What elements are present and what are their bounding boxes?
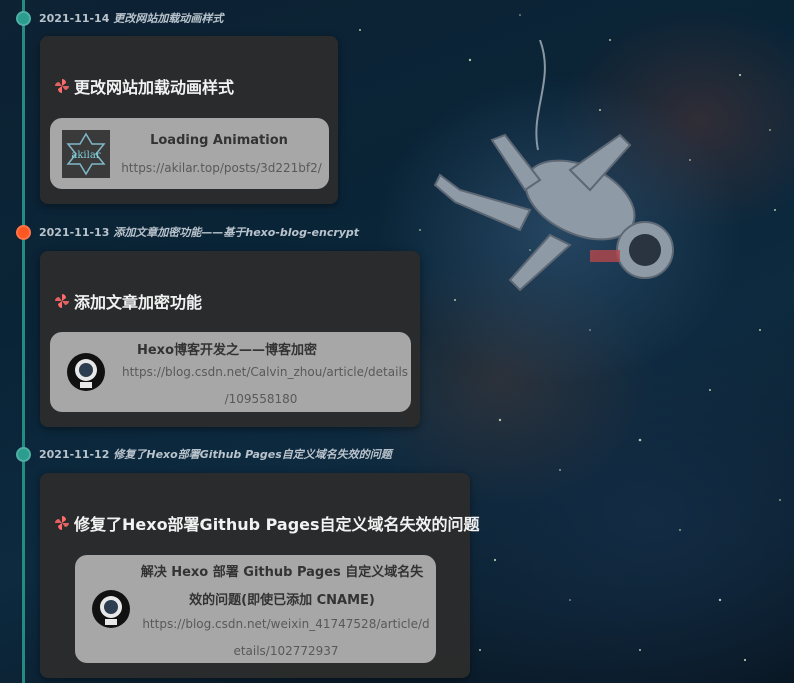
pinwheel-icon <box>55 79 69 93</box>
entry-description: 添加文章加密功能——基于hexo-blog-encrypt <box>113 226 360 239</box>
link-card-url: https://blog.csdn.net/weixin_41747528/ar… <box>141 611 431 665</box>
entry-card-title-text: 更改网站加载动画样式 <box>74 78 235 97</box>
entry-description: 更改网站加载动画样式 <box>113 12 224 25</box>
astronaut-avatar-icon <box>67 353 105 391</box>
entry-card: 添加文章加密功能 Hexo博客开发之——博客加密 https://blog.cs… <box>40 251 420 427</box>
link-card-title: Hexo博客开发之——博客加密 <box>136 343 317 358</box>
link-card-url-line: /109558180 <box>224 392 298 406</box>
link-card[interactable]: 解决 Hexo 部署 Github Pages 自定义域名失 效的问题(即使已添… <box>75 555 436 663</box>
link-card-title: 解决 Hexo 部署 Github Pages 自定义域名失 效的问题(即使已添… <box>137 559 427 615</box>
timeline-entry-header: 2021-11-14 更改网站加载动画样式 <box>39 10 223 26</box>
link-card-url-line: https://blog.csdn.net/weixin_41747528/ar… <box>142 617 430 631</box>
entry-card: 修复了Hexo部署Github Pages自定义域名失效的问题 解决 Hexo … <box>40 473 480 678</box>
entry-date: 2021-11-12 <box>39 448 110 461</box>
entry-description: 修复了Hexo部署Github Pages自定义域名失效的问题 <box>113 448 392 461</box>
link-card[interactable]: Hexo博客开发之——博客加密 https://blog.csdn.net/Ca… <box>50 332 411 412</box>
entry-card-title-text: 添加文章加密功能 <box>74 293 203 312</box>
timeline-entry-header: 2021-11-13 添加文章加密功能——基于hexo-blog-encrypt <box>39 224 359 240</box>
timeline-dot <box>16 447 31 462</box>
astronaut-avatar-icon <box>92 590 130 628</box>
entry-card: 更改网站加载动画样式 akilar Loading Animation http… <box>40 36 338 204</box>
timeline-dot-active <box>16 225 31 240</box>
entry-card-title: 更改网站加载动画样式 <box>54 74 234 98</box>
link-card[interactable]: akilar Loading Animation https://akilar.… <box>50 118 329 189</box>
link-card-url-line: https://blog.csdn.net/Calvin_zhou/articl… <box>122 365 409 379</box>
entry-card-title: 修复了Hexo部署Github Pages自定义域名失效的问题 <box>54 511 480 535</box>
link-card-title-line: 解决 Hexo 部署 Github Pages 自定义域名失 <box>140 565 424 580</box>
pinwheel-icon <box>55 516 69 530</box>
akilar-logo-icon: akilar <box>62 130 110 178</box>
svg-text:akilar: akilar <box>71 150 100 161</box>
link-card-title: Loading Animation <box>150 133 288 148</box>
astronaut-illustration <box>433 40 674 292</box>
entry-card-title-text: 修复了Hexo部署Github Pages自定义域名失效的问题 <box>74 515 480 534</box>
timeline-dot <box>16 11 31 26</box>
timeline-line <box>22 0 25 683</box>
entry-date: 2021-11-13 <box>39 226 110 239</box>
link-card-url-line: etails/102772937 <box>233 644 339 658</box>
entry-date: 2021-11-14 <box>39 12 110 25</box>
link-card-url: https://blog.csdn.net/Calvin_zhou/articl… <box>122 359 409 413</box>
pinwheel-icon <box>55 294 69 308</box>
entry-card-title: 添加文章加密功能 <box>54 289 202 313</box>
timeline-entry-header: 2021-11-12 修复了Hexo部署Github Pages自定义域名失效的问… <box>39 446 392 462</box>
link-card-url: https://akilar.top/posts/3d221bf2/ <box>121 161 322 175</box>
